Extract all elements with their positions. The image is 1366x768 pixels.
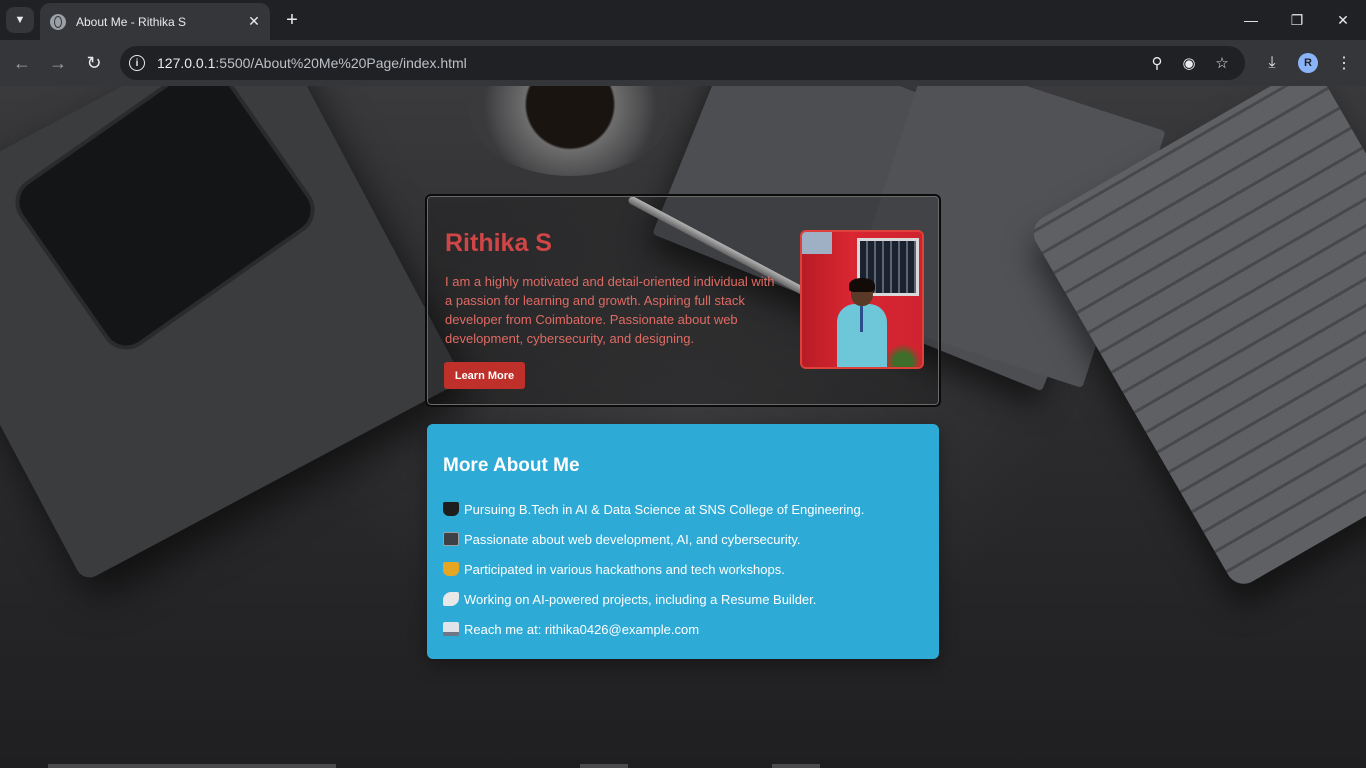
list-item: Pursuing B.Tech in AI & Data Science at …	[443, 494, 864, 524]
browser-toolbar: ← → ↻ i 127.0.0.1:5500/About%20Me%20Page…	[0, 40, 1366, 86]
photo-person	[832, 278, 892, 367]
chevron-down-icon[interactable]: ▼	[6, 7, 34, 33]
browser-tab-bar: ▼ About Me - Rithika S ✕ + — ❐ ✕	[0, 0, 1366, 40]
restore-icon[interactable]: ❐	[1274, 0, 1320, 40]
list-item: Participated in various hackathons and t…	[443, 554, 864, 584]
url-host: 127.0.0.1	[157, 55, 216, 71]
url-text[interactable]: 127.0.0.1:5500/About%20Me%20Page/index.h…	[157, 55, 467, 71]
info-icon[interactable]: i	[129, 55, 145, 71]
background-coffee-cup	[470, 86, 670, 176]
graduation-cap-icon	[443, 502, 459, 516]
list-item: Passionate about web development, AI, an…	[443, 524, 864, 554]
list-item-text: Reach me at: rithika0426@example.com	[464, 621, 700, 637]
profile-card: Rithika S I am a highly motivated and de…	[425, 194, 941, 407]
divider	[48, 764, 336, 768]
url-path: :5500/About%20Me%20Page/index.html	[215, 55, 467, 71]
profile-name: Rithika S	[445, 229, 552, 257]
more-about-list: Pursuing B.Tech in AI & Data Science at …	[443, 494, 864, 644]
close-icon[interactable]: ✕	[1320, 0, 1366, 40]
minimize-icon[interactable]: —	[1228, 0, 1274, 40]
page-viewport: Rithika S I am a highly motivated and de…	[0, 86, 1366, 768]
list-item-text: Working on AI-powered projects, includin…	[464, 591, 817, 607]
profile-bio: I am a highly motivated and detail-orien…	[445, 274, 775, 346]
eye-off-icon[interactable]: ◉	[1179, 53, 1199, 73]
profile-photo	[800, 230, 924, 369]
kebab-menu-icon[interactable]: ⋮	[1332, 51, 1356, 75]
divider	[772, 764, 820, 768]
trophy-icon	[443, 562, 459, 576]
browser-tab[interactable]: About Me - Rithika S ✕	[40, 3, 270, 40]
globe-icon	[50, 13, 66, 30]
list-item: Working on AI-powered projects, includin…	[443, 584, 864, 614]
download-icon[interactable]: ⤓	[1260, 51, 1284, 75]
star-icon[interactable]: ☆	[1212, 53, 1232, 73]
avatar[interactable]: R	[1298, 53, 1318, 73]
rocket-icon	[443, 592, 459, 606]
tab-title: About Me - Rithika S	[76, 14, 187, 29]
close-icon[interactable]: ✕	[244, 12, 264, 32]
list-item-text: Passionate about web development, AI, an…	[464, 531, 801, 547]
inbox-icon	[443, 622, 459, 636]
arrow-right-icon[interactable]: →	[46, 51, 70, 75]
laptop-icon	[443, 532, 459, 546]
divider	[580, 764, 628, 768]
address-bar[interactable]: i 127.0.0.1:5500/About%20Me%20Page/index…	[120, 46, 1245, 80]
list-item: Reach me at: rithika0426@example.com	[443, 614, 864, 644]
reload-icon[interactable]: ↻	[82, 51, 106, 75]
learn-more-button[interactable]: Learn More	[444, 362, 525, 389]
arrow-left-icon[interactable]: ←	[10, 51, 34, 75]
more-about-card: More About Me Pursuing B.Tech in AI & Da…	[427, 424, 939, 659]
plus-icon[interactable]: +	[280, 8, 304, 32]
more-about-title: More About Me	[443, 455, 580, 476]
list-item-text: Pursuing B.Tech in AI & Data Science at …	[464, 501, 865, 517]
zoom-out-icon[interactable]: ⚲	[1147, 53, 1167, 73]
list-item-text: Participated in various hackathons and t…	[464, 561, 785, 577]
